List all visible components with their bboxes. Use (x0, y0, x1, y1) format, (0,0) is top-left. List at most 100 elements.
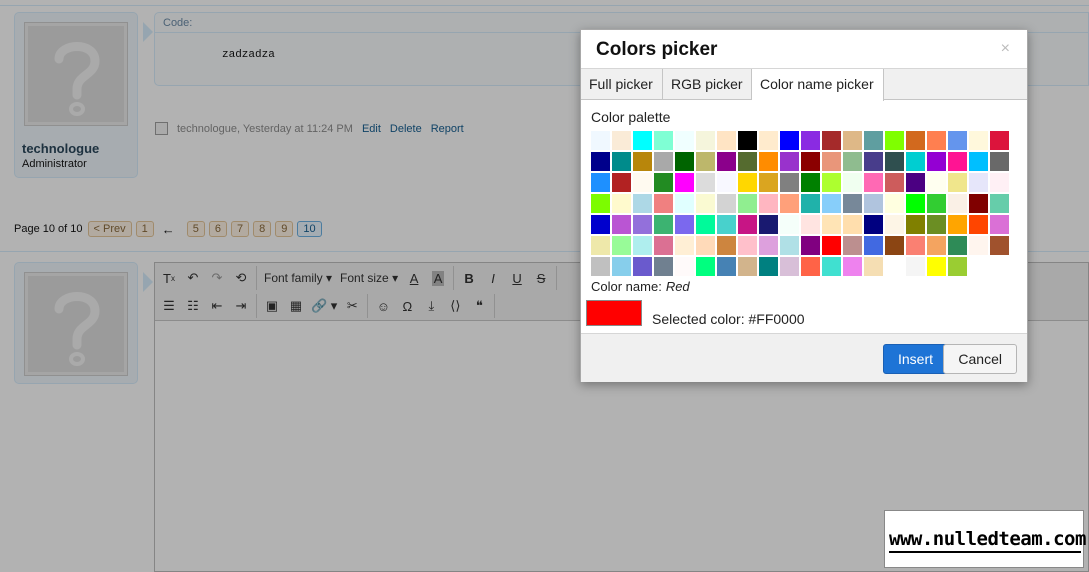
color-swatch[interactable] (633, 257, 653, 277)
color-swatch[interactable] (822, 173, 842, 193)
color-swatch[interactable] (864, 236, 884, 256)
color-swatch[interactable] (801, 194, 821, 214)
color-swatch[interactable] (717, 152, 737, 172)
tab-full-picker[interactable]: Full picker (581, 69, 663, 100)
color-swatch[interactable] (654, 257, 674, 277)
color-swatch[interactable] (843, 152, 863, 172)
color-swatch[interactable] (780, 236, 800, 256)
color-swatch[interactable] (591, 194, 611, 214)
color-swatch[interactable] (738, 236, 758, 256)
color-swatch[interactable] (906, 257, 926, 277)
color-swatch[interactable] (759, 194, 779, 214)
color-swatch[interactable] (864, 215, 884, 235)
color-swatch[interactable] (675, 173, 695, 193)
color-swatch[interactable] (864, 152, 884, 172)
color-swatch[interactable] (696, 194, 716, 214)
color-swatch[interactable] (948, 131, 968, 151)
color-swatch[interactable] (948, 257, 968, 277)
color-swatch[interactable] (738, 215, 758, 235)
color-swatch[interactable] (801, 236, 821, 256)
close-icon[interactable]: × (1001, 40, 1010, 58)
color-swatch[interactable] (675, 194, 695, 214)
color-swatch[interactable] (990, 173, 1010, 193)
color-swatch[interactable] (717, 236, 737, 256)
color-swatch[interactable] (780, 194, 800, 214)
color-swatch[interactable] (927, 173, 947, 193)
color-swatch[interactable] (759, 257, 779, 277)
color-swatch[interactable] (654, 173, 674, 193)
color-swatch[interactable] (717, 194, 737, 214)
color-swatch[interactable] (612, 215, 632, 235)
color-swatch[interactable] (927, 257, 947, 277)
color-swatch[interactable] (612, 194, 632, 214)
color-swatch[interactable] (927, 236, 947, 256)
color-swatch[interactable] (822, 131, 842, 151)
color-swatch[interactable] (633, 194, 653, 214)
color-swatch[interactable] (969, 194, 989, 214)
color-swatch[interactable] (843, 257, 863, 277)
color-swatch[interactable] (612, 173, 632, 193)
color-swatch[interactable] (906, 152, 926, 172)
color-swatch[interactable] (969, 152, 989, 172)
color-swatch[interactable] (990, 215, 1010, 235)
color-swatch[interactable] (906, 173, 926, 193)
color-swatch[interactable] (696, 236, 716, 256)
color-swatch[interactable] (885, 194, 905, 214)
color-swatch[interactable] (696, 215, 716, 235)
color-swatch[interactable] (822, 215, 842, 235)
color-swatch[interactable] (885, 215, 905, 235)
color-swatch[interactable] (612, 257, 632, 277)
color-swatch[interactable] (675, 236, 695, 256)
color-swatch[interactable] (591, 257, 611, 277)
color-swatch[interactable] (696, 131, 716, 151)
color-swatch[interactable] (759, 215, 779, 235)
color-swatch[interactable] (990, 131, 1010, 151)
color-swatch[interactable] (864, 257, 884, 277)
color-swatch[interactable] (969, 173, 989, 193)
color-swatch[interactable] (801, 257, 821, 277)
color-swatch[interactable] (738, 257, 758, 277)
color-swatch[interactable] (906, 194, 926, 214)
color-swatch[interactable] (843, 215, 863, 235)
color-swatch[interactable] (948, 173, 968, 193)
color-swatch[interactable] (927, 131, 947, 151)
color-swatch[interactable] (633, 236, 653, 256)
color-swatch[interactable] (801, 215, 821, 235)
color-swatch[interactable] (633, 152, 653, 172)
color-swatch[interactable] (780, 257, 800, 277)
color-swatch[interactable] (990, 152, 1010, 172)
color-swatch[interactable] (885, 131, 905, 151)
color-swatch[interactable] (780, 152, 800, 172)
color-swatch[interactable] (969, 215, 989, 235)
color-swatch[interactable] (843, 194, 863, 214)
color-swatch[interactable] (717, 173, 737, 193)
color-swatch[interactable] (591, 152, 611, 172)
color-swatch[interactable] (927, 194, 947, 214)
color-swatch[interactable] (906, 236, 926, 256)
color-swatch[interactable] (717, 215, 737, 235)
color-swatch[interactable] (885, 173, 905, 193)
color-swatch[interactable] (780, 131, 800, 151)
color-swatch[interactable] (801, 152, 821, 172)
color-swatch[interactable] (654, 215, 674, 235)
color-swatch[interactable] (822, 194, 842, 214)
color-swatch[interactable] (591, 173, 611, 193)
cancel-button[interactable]: Cancel (943, 344, 1017, 374)
color-swatch[interactable] (759, 236, 779, 256)
color-swatch[interactable] (801, 131, 821, 151)
color-swatch[interactable] (591, 131, 611, 151)
color-swatch[interactable] (633, 173, 653, 193)
color-swatch[interactable] (759, 173, 779, 193)
color-swatch[interactable] (990, 236, 1010, 256)
color-swatch[interactable] (612, 131, 632, 151)
color-swatch[interactable] (822, 236, 842, 256)
color-swatch[interactable] (948, 215, 968, 235)
color-swatch[interactable] (822, 257, 842, 277)
color-swatch[interactable] (885, 257, 905, 277)
color-swatch[interactable] (927, 152, 947, 172)
color-swatch[interactable] (948, 194, 968, 214)
color-swatch[interactable] (654, 131, 674, 151)
color-swatch[interactable] (864, 131, 884, 151)
color-swatch[interactable] (654, 152, 674, 172)
color-swatch[interactable] (738, 152, 758, 172)
